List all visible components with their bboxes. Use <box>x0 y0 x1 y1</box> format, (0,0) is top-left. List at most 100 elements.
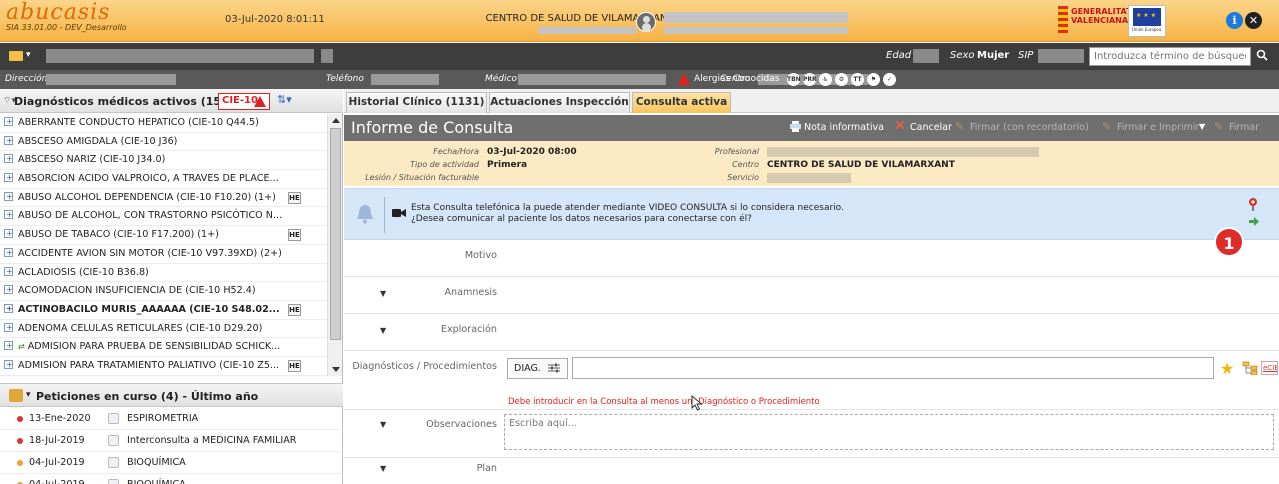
eciemaps-button[interactable]: eCIEMaps <box>1261 361 1278 375</box>
expand-icon[interactable] <box>4 319 13 337</box>
diagnosis-text: ACTINOBACILO MURIS_AAAAAA (CIE-10 S48.02… <box>18 303 280 315</box>
chevron-down-icon[interactable]: ▾ <box>26 390 31 400</box>
cancel-button[interactable]: Cancelar <box>910 122 952 133</box>
expand-icon[interactable] <box>4 225 13 243</box>
peticion-item[interactable]: 04-Jul-2019 BIOQUÍMICA <box>0 452 343 474</box>
sign-icon: ✎ <box>1214 120 1224 133</box>
he-badge[interactable]: HE <box>288 191 301 204</box>
expand-icon[interactable] <box>4 132 13 150</box>
diagnoses-header[interactable]: ⌔▾ Diagnósticos médicos activos (154) CI… <box>0 89 343 113</box>
firmar-button[interactable]: Firmar <box>1229 122 1259 133</box>
redacted-patient-name <box>46 49 314 63</box>
he-badge[interactable]: HE <box>288 303 301 316</box>
expand-icon[interactable] <box>4 169 13 187</box>
tab-consulta-activa[interactable]: Consulta activa <box>632 92 731 113</box>
peticion-item[interactable]: 13-Ene-2020 ESPIROMETRIA <box>0 408 343 430</box>
expand-icon[interactable] <box>4 337 13 355</box>
tab-historial[interactable]: Historial Clínico (1131) <box>346 92 487 113</box>
field-motivo[interactable]: Motivo <box>344 240 1279 277</box>
peticiones-title: Peticiones en curso (4) - Último año <box>36 390 259 403</box>
fecha-label: Fecha/Hora <box>433 147 479 156</box>
diagnosis-item[interactable]: ACTINOBACILO MURIS_AAAAAA (CIE-10 S48.02… <box>0 300 327 320</box>
field-exploracion[interactable]: ▼ Exploración <box>344 314 1279 351</box>
expand-icon[interactable] <box>4 281 13 299</box>
sort-az-icon[interactable]: ⇅▾ <box>277 93 292 106</box>
info-button[interactable]: i <box>1226 12 1243 29</box>
hierarchy-icon[interactable] <box>1242 361 1258 375</box>
chip-prr-icon[interactable]: PRR <box>803 73 817 86</box>
telefono-label: Teléfono <box>326 74 364 84</box>
chevron-down-icon[interactable]: ▼ <box>1199 122 1205 131</box>
scroll-thumb[interactable] <box>330 128 341 340</box>
redacted-sip <box>1038 49 1084 63</box>
chevron-down-icon[interactable]: ▾ <box>26 50 31 60</box>
peticion-item[interactable]: 18-Jul-2019 Interconsulta a MEDICINA FAM… <box>0 430 343 452</box>
settings-chip-icon[interactable]: ⚙ <box>835 73 848 86</box>
scroll-down-icon[interactable] <box>332 367 340 372</box>
anamnesis-label: Anamnesis <box>444 287 497 298</box>
user-avatar-icon[interactable] <box>636 12 656 32</box>
peticion-name: BIOQUÍMICA <box>127 457 186 468</box>
chip-tbn-icon[interactable]: TBN <box>787 73 801 86</box>
diagnosis-item[interactable]: ABUSO ALCOHOL DEPENDENCIA (CIE-10 F10.20… <box>0 188 327 208</box>
sign-print-icon: ✎ <box>1102 120 1112 133</box>
diagnosis-text: ACCIDENTE AVION SIN MOTOR (CIE-10 V97.39… <box>18 247 282 259</box>
observaciones-input[interactable]: Escriba aquí... <box>504 414 1274 450</box>
tab-actuaciones[interactable]: Actuaciones Inspección <box>489 92 630 113</box>
diagnosis-item[interactable]: ABSCESO AMIGDALA (CIE-10 J36) <box>0 132 327 152</box>
accessibility-icon[interactable]: ♿ <box>819 73 832 86</box>
diagnosis-item[interactable]: ABUSO DE TABACO (CIE-10 F17.200) (1+) HE <box>0 225 327 245</box>
firmar-imprimir-button[interactable]: Firmar e Imprimir <box>1117 122 1199 133</box>
diagnosis-item[interactable]: ABERRANTE CONDUCTO HEPATICO (CIE-10 Q44.… <box>0 114 327 133</box>
alergias-label[interactable]: Alergias Conocidas <box>694 74 779 84</box>
favorite-star-icon[interactable]: ★ <box>1220 359 1234 378</box>
expand-icon[interactable] <box>4 150 13 168</box>
diagnoses-scrollbar[interactable] <box>327 114 342 376</box>
chip-tt-icon[interactable]: TT <box>851 73 864 86</box>
expand-icon[interactable] <box>4 244 13 262</box>
diagnosis-input[interactable] <box>572 357 1214 379</box>
field-anamnesis[interactable]: ▼ Anamnesis <box>344 277 1279 314</box>
scroll-up-icon[interactable] <box>332 118 340 123</box>
expand-icon[interactable] <box>4 114 13 131</box>
expand-icon[interactable] <box>4 188 13 206</box>
check-chip-icon[interactable]: ✓ <box>883 73 896 86</box>
redacted-user-name <box>664 12 848 23</box>
folder-icon[interactable] <box>9 51 23 61</box>
diagnosis-item[interactable]: ADMISION PARA TRATAMIENTO PALIATIVO (CIE… <box>0 356 327 376</box>
diagnosis-item[interactable]: ACCIDENTE AVION SIN MOTOR (CIE-10 V97.39… <box>0 244 327 264</box>
expand-icon[interactable] <box>4 300 13 318</box>
diagnosis-item[interactable]: ACOMODACION INSUFICIENCIA DE (CIE-10 H52… <box>0 281 327 301</box>
diagnosis-text: ABSCESO AMIGDALA (CIE-10 J36) <box>18 135 178 147</box>
diag-button-label: DIAG. <box>514 363 541 374</box>
expand-icon[interactable] <box>4 263 13 281</box>
search-input[interactable] <box>1089 47 1251 66</box>
field-plan[interactable]: ▼ Plan <box>344 458 1279 484</box>
close-button[interactable]: ✕ <box>1245 12 1262 29</box>
generalitat-logo: GENERALITAT VALENCIANA <box>1058 6 1131 36</box>
nota-informativa-button[interactable]: Nota informativa <box>804 122 884 133</box>
expand-icon[interactable] <box>4 356 13 374</box>
exploracion-label: Exploración <box>440 324 497 335</box>
cie-badge[interactable]: CIE-10 <box>218 93 270 110</box>
flag-chip-icon[interactable]: ⚑ <box>867 73 880 86</box>
peticion-item[interactable]: 04-Jul-2019 BIOQUÍMICA <box>0 474 343 484</box>
diagnosis-item[interactable]: ADENOMA CELULAS RETICULARES (CIE-10 D29.… <box>0 319 327 339</box>
diagnosis-item[interactable]: ⇄ADMISION PARA PRUEBA DE SENSIBILIDAD SC… <box>0 337 327 357</box>
document-icon <box>108 413 119 424</box>
diagnosis-item[interactable]: ABSORCION ACIDO VALPROICO, A TRAVES DE P… <box>0 169 327 189</box>
arrow-right-icon[interactable] <box>1249 217 1259 226</box>
doctor-icon <box>108 435 119 446</box>
expand-icon[interactable] <box>4 206 13 224</box>
diag-button[interactable]: DIAG. <box>507 358 568 379</box>
video-send-icon[interactable] <box>1247 197 1259 211</box>
he-badge[interactable]: HE <box>288 229 301 242</box>
firmar-recordatorio-button[interactable]: Firmar (con recordatorio) <box>970 122 1089 133</box>
diagnosis-item[interactable]: ABUSO DE ALCOHOL, CON TRASTORNO PSICÓTIC… <box>0 206 327 227</box>
he-badge[interactable]: HE <box>288 359 301 372</box>
diagnosis-item[interactable]: ACLADIOSIS (CIE-10 B36.8) <box>0 263 327 283</box>
servicio-label: Servicio <box>727 173 759 182</box>
peticiones-header[interactable]: ▾ Peticiones en curso (4) - Último año <box>0 383 343 407</box>
search-icon[interactable] <box>1256 49 1268 61</box>
diagnosis-item[interactable]: ABSCESO NARIZ (CIE-10 J34.0) <box>0 150 327 171</box>
